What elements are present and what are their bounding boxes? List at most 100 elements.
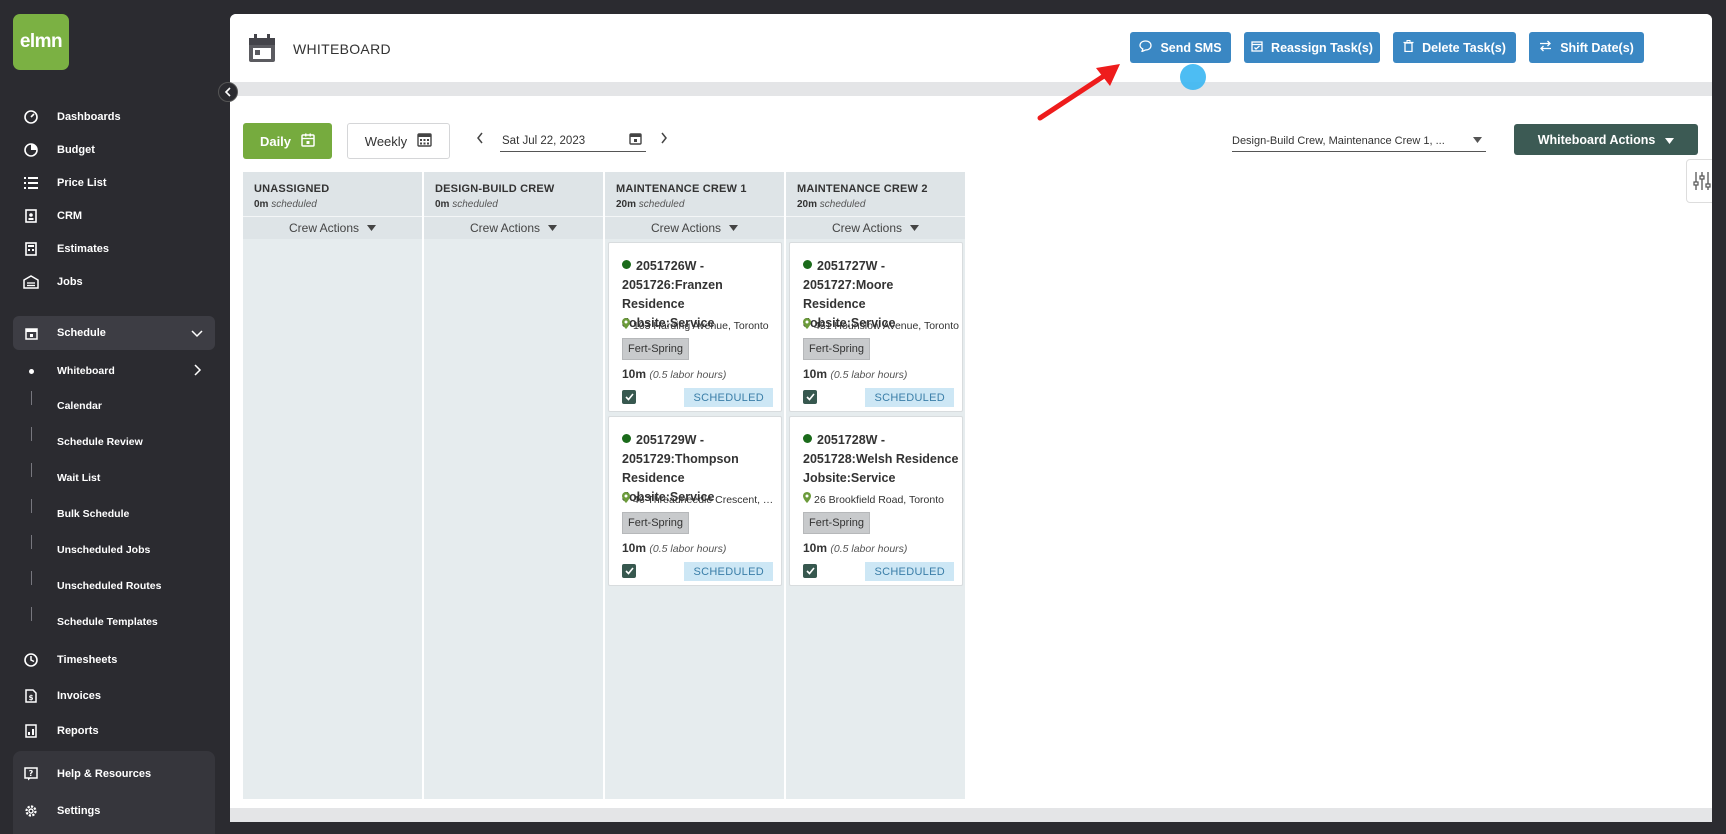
shift-dates-button[interactable]: Shift Date(s) [1529,32,1644,63]
calendar-icon [248,34,276,63]
task-card[interactable]: 2051727W - 2051727:Moore Residence Jobsi… [789,242,963,412]
crew-actions-dropdown[interactable]: Crew Actions [605,217,784,239]
calendar-icon [301,133,315,150]
scheduled-value: 0m [435,199,450,210]
status-badge: SCHEDULED [865,562,954,581]
sidebar-item-label: Dashboards [57,111,121,123]
sidebar-item-label: Price List [57,177,107,189]
caret-down-icon [729,223,739,233]
task-address-text: 451 Hounslow Avenue, Toronto [814,320,959,332]
annotation-arrow-icon [1037,64,1120,121]
tree-line [31,427,32,441]
sidebar-subitem-schedule-review[interactable]: Schedule Review [0,427,228,457]
task-duration: 10m (0.5 labor hours) [803,541,907,555]
crew-filter-select[interactable]: Design-Build Crew, Maintenance Crew 1, .… [1232,130,1486,152]
crew-actions-dropdown[interactable]: Crew Actions [243,217,422,239]
sidebar-item-price-list[interactable]: Price List [0,166,228,200]
whiteboard-actions-button[interactable]: Whiteboard Actions [1514,124,1698,155]
report-icon [23,723,39,739]
column-title: MAINTENANCE CREW 1 [616,183,747,195]
labor-hours: (0.5 labor hours) [830,543,908,555]
status-badge: SCHEDULED [865,388,954,407]
task-address: 451 Hounslow Avenue, Toronto [803,318,959,332]
crew-actions-label: Crew Actions [650,221,722,235]
sidebar-item-label: Timesheets [57,654,118,666]
sidebar: elmn Dashboards Budget Price List CRM Es… [0,0,228,834]
filter-settings-button[interactable] [1686,159,1712,203]
caret-down-icon [1665,133,1675,147]
sidebar-item-budget[interactable]: Budget [0,133,228,167]
crew-filter-value: Design-Build Crew, Maintenance Crew 1, .… [1232,134,1445,147]
app-logo[interactable]: elmn [13,14,69,70]
calendar-icon[interactable] [629,132,642,148]
status-dot-icon [803,434,812,443]
active-dot-icon [29,368,34,374]
sidebar-item-reports[interactable]: Reports [0,714,228,748]
task-title: 2051728W - 2051728:Welsh Residence Jobsi… [803,431,959,488]
date-picker-input[interactable]: Sat Jul 22, 2023 [500,130,646,152]
task-duration: 10m (0.5 labor hours) [803,367,907,381]
sidebar-item-help[interactable]: ? Help & Resources [0,757,228,791]
trash-icon [1403,40,1414,55]
task-checkbox[interactable] [622,564,636,578]
tree-line [31,391,32,405]
task-checkbox[interactable] [803,564,817,578]
sidebar-subitem-label: Unscheduled Routes [57,580,162,592]
task-card[interactable]: 2051726W - 2051726:Franzen Residence Job… [608,242,782,412]
reassign-tasks-button[interactable]: Reassign Task(s) [1244,32,1380,63]
check-icon [624,393,634,401]
sidebar-subitem-calendar[interactable]: Calendar [0,391,228,421]
sidebar-item-estimates[interactable]: Estimates [0,232,228,266]
sidebar-subitem-unscheduled-jobs[interactable]: Unscheduled Jobs [0,535,228,565]
scheduled-value: 20m [797,199,818,210]
weekly-view-button[interactable]: Weekly [347,123,450,159]
crew-column-design-build: DESIGN-BUILD CREW 0m scheduled Crew Acti… [424,172,603,799]
sidebar-subitem-label: Whiteboard [57,365,115,377]
sidebar-item-crm[interactable]: CRM [0,199,228,233]
column-header: DESIGN-BUILD CREW 0m scheduled [424,172,603,217]
task-address: 26 Brookfield Road, Toronto [803,492,959,506]
sidebar-item-timesheets[interactable]: Timesheets [0,643,228,677]
scheduled-label: scheduled [638,199,685,210]
sidebar-subitem-unscheduled-routes[interactable]: Unscheduled Routes [0,571,228,601]
task-checkbox[interactable] [622,390,636,404]
check-icon [805,393,815,401]
map-pin-icon [803,318,811,332]
daily-view-button[interactable]: Daily [243,123,332,159]
sidebar-item-label: Budget [57,144,95,156]
sidebar-subitem-bulk-schedule[interactable]: Bulk Schedule [0,499,228,529]
caret-down-icon [1473,135,1482,145]
task-card[interactable]: 2051728W - 2051728:Welsh Residence Jobsi… [789,416,963,586]
help-chat-icon: ? [23,766,39,782]
task-checkbox[interactable] [803,390,817,404]
caret-down-icon [367,223,377,233]
sidebar-item-settings[interactable]: Settings [0,794,228,828]
sidebar-item-label: Estimates [57,243,109,255]
horizontal-scrollbar[interactable] [230,808,1712,822]
map-pin-icon [622,492,630,506]
column-scheduled-summary: 20m scheduled [797,199,865,210]
tree-line [31,535,32,549]
click-indicator [1180,64,1206,90]
sidebar-subitem-wait-list[interactable]: Wait List [0,463,228,493]
crew-actions-dropdown[interactable]: Crew Actions [786,217,965,239]
next-date-button[interactable] [660,131,668,147]
task-card[interactable]: 2051729W - 2051729:Thompson Residence Jo… [608,416,782,586]
sidebar-item-schedule[interactable]: Schedule [13,316,215,350]
sidebar-item-dashboards[interactable]: Dashboards [0,100,228,134]
collapse-sidebar-button[interactable] [218,82,238,102]
previous-date-button[interactable] [476,131,484,147]
sidebar-item-invoices[interactable]: $ Invoices [0,679,228,713]
sidebar-subitem-whiteboard[interactable]: Whiteboard [0,356,228,386]
labor-hours: (0.5 labor hours) [830,369,908,381]
sidebar-subitem-schedule-templates[interactable]: Schedule Templates [0,607,228,637]
duration-value: 10m [803,541,828,555]
delete-tasks-label: Delete Task(s) [1422,40,1506,55]
chevron-right-icon [661,132,667,144]
sidebar-subitem-label: Unscheduled Jobs [57,544,151,556]
send-sms-button[interactable]: Send SMS [1130,32,1231,63]
caret-down-icon [910,223,920,233]
sidebar-item-jobs[interactable]: Jobs [0,265,228,299]
crew-actions-dropdown[interactable]: Crew Actions [424,217,603,239]
delete-tasks-button[interactable]: Delete Task(s) [1393,32,1516,63]
